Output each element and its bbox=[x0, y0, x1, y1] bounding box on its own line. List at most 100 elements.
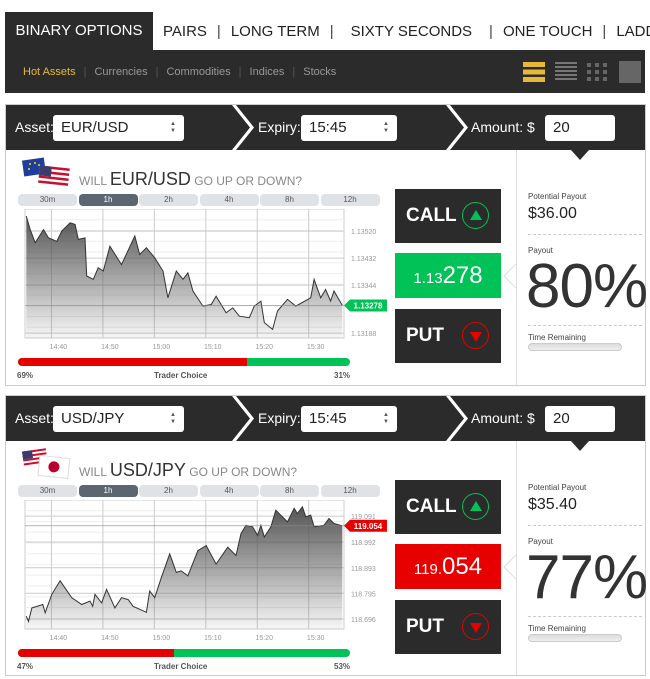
category-indices[interactable]: Indices bbox=[242, 66, 293, 78]
x-tick-label: 15:00 bbox=[153, 344, 171, 351]
arrow-up-icon bbox=[462, 202, 489, 229]
x-tick-label: 15:10 bbox=[204, 635, 222, 642]
y-tick-label: 118.893 bbox=[351, 566, 376, 573]
timeframe-tab-8h[interactable]: 8h bbox=[260, 485, 319, 497]
question-asset: USD/JPY bbox=[109, 460, 186, 480]
timeframe-tab-2h[interactable]: 2h bbox=[139, 194, 198, 206]
asset-value: USD/JPY bbox=[61, 410, 125, 427]
trade-options-bar: Asset: EUR/USD ▲ ▼ Expiry: 15:45 ▲ ▼ Amount:… bbox=[6, 105, 645, 150]
payout-column: Potential Payout $35.40 Payout 77% Time … bbox=[516, 441, 648, 675]
select-arrows-icon: ▲ ▼ bbox=[383, 412, 389, 425]
tab-ladder[interactable]: LADDER bbox=[606, 23, 650, 40]
put-label: PUT bbox=[406, 616, 444, 637]
current-price-tag-label: 1.13278 bbox=[354, 301, 383, 310]
price-prefix: 1.13 bbox=[413, 270, 443, 287]
price-main: 054 bbox=[442, 553, 483, 580]
question-prefix: WILL bbox=[79, 174, 107, 188]
arrow-down-icon bbox=[462, 322, 489, 349]
expiry-select[interactable]: 15:45 ▲ ▼ bbox=[301, 115, 397, 141]
trade-options-bar: Asset: USD/JPY ▲ ▼ Expiry: 15:45 ▲ ▼ Amount:… bbox=[6, 396, 645, 441]
select-arrows-icon: ▲ ▼ bbox=[170, 412, 176, 425]
asset-select[interactable]: USD/JPY ▲ ▼ bbox=[53, 406, 184, 432]
expiry-label: Expiry: bbox=[258, 410, 301, 426]
single-view-icon[interactable] bbox=[619, 61, 641, 83]
x-tick-label: 15:30 bbox=[307, 344, 325, 351]
category-currencies[interactable]: Currencies bbox=[86, 66, 155, 78]
payout-column: Potential Payout $36.00 Payout 80% Time … bbox=[516, 150, 648, 385]
x-tick-label: 15:30 bbox=[307, 635, 325, 642]
potential-payout-value: $35.40 bbox=[528, 496, 577, 513]
timeframe-tab-30m[interactable]: 30m bbox=[18, 194, 77, 206]
timeframe-tab-4h[interactable]: 4h bbox=[199, 485, 259, 497]
category-hot-assets[interactable]: Hot Assets bbox=[23, 66, 84, 78]
question-suffix: GO UP OR DOWN? bbox=[194, 174, 303, 188]
price-main: 278 bbox=[442, 262, 483, 289]
amount-input[interactable]: 20 bbox=[545, 406, 615, 432]
tab-sixty-seconds[interactable]: SIXTY SECONDS bbox=[334, 23, 489, 40]
timeframe-tab-2h[interactable]: 2h bbox=[139, 485, 198, 497]
y-tick-label: 1.13520 bbox=[351, 229, 376, 236]
time-remaining-bar[interactable] bbox=[528, 343, 622, 351]
product-tabs: PAIRS | LONG TERM | SIXTY SECONDS | ONE TOU… bbox=[153, 12, 650, 50]
expiry-value: 15:45 bbox=[309, 410, 347, 427]
y-tick-label: 118.992 bbox=[351, 540, 376, 547]
tab-one-touch[interactable]: ONE TOUCH bbox=[493, 23, 602, 40]
current-price: 1.13278 bbox=[395, 253, 501, 298]
trade-panel: Asset: USD/JPY ▲ ▼ Expiry: 15:45 ▲ ▼ Amount:… bbox=[5, 395, 648, 676]
current-price-tag-label: 119.054 bbox=[354, 522, 383, 531]
timeframe-tab-1h[interactable]: 1h bbox=[78, 194, 138, 206]
chevron-right-icon bbox=[438, 105, 468, 150]
chevron-right-icon bbox=[224, 105, 254, 150]
x-tick-label: 15:00 bbox=[153, 635, 171, 642]
put-button[interactable]: PUT bbox=[395, 600, 501, 654]
category-commodities[interactable]: Commodities bbox=[158, 66, 238, 78]
call-button[interactable]: CALL bbox=[395, 189, 501, 243]
compact-list-icon[interactable] bbox=[555, 61, 577, 83]
price-chart: 1.13520 1.13432 1.13344 1.13188 14:40 14:50 15… bbox=[24, 209, 387, 351]
x-tick-label: 14:50 bbox=[101, 344, 119, 351]
timeframe-tab-4h[interactable]: 4h bbox=[199, 194, 259, 206]
asset-select[interactable]: EUR/USD ▲ ▼ bbox=[53, 115, 184, 141]
arrow-up-icon bbox=[462, 493, 489, 520]
price-pointer bbox=[503, 554, 517, 580]
asset-value: EUR/USD bbox=[61, 119, 129, 136]
tab-binary-options[interactable]: BINARY OPTIONS bbox=[5, 12, 153, 50]
call-percentage: 53% bbox=[334, 662, 351, 671]
timeframe-tab-8h[interactable]: 8h bbox=[260, 194, 319, 206]
x-tick-label: 15:10 bbox=[204, 344, 222, 351]
x-tick-label: 15:20 bbox=[255, 635, 273, 642]
trader-choice-bar bbox=[18, 649, 350, 657]
call-button[interactable]: CALL bbox=[395, 480, 501, 534]
x-tick-label: 15:20 bbox=[255, 344, 273, 351]
divider bbox=[528, 234, 642, 235]
timeframe-tab-30m[interactable]: 30m bbox=[18, 485, 77, 497]
category-stocks[interactable]: Stocks bbox=[295, 66, 344, 78]
x-tick-label: 14:40 bbox=[50, 344, 68, 351]
put-label: PUT bbox=[406, 325, 444, 346]
trade-panel: Asset: EUR/USD ▲ ▼ Expiry: 15:45 ▲ ▼ Amount:… bbox=[5, 104, 648, 386]
trader-choice-label: Trader Choice bbox=[154, 371, 208, 380]
potential-payout-label: Potential Payout bbox=[528, 192, 587, 201]
put-button[interactable]: PUT bbox=[395, 309, 501, 363]
large-list-icon[interactable] bbox=[523, 61, 545, 83]
tab-pairs[interactable]: PAIRS bbox=[153, 23, 217, 40]
select-arrows-icon: ▲ ▼ bbox=[383, 121, 389, 134]
y-tick-label: 1.13344 bbox=[351, 283, 376, 290]
timeframe-tab-1h[interactable]: 1h bbox=[78, 485, 138, 497]
top-navigation: BINARY OPTIONS PAIRS | LONG TERM | SIXTY S… bbox=[5, 12, 650, 93]
expiry-value: 15:45 bbox=[309, 119, 347, 136]
timeframe-tab-12h[interactable]: 12h bbox=[320, 194, 380, 206]
put-percentage: 47% bbox=[17, 662, 34, 671]
time-remaining-bar[interactable] bbox=[528, 634, 622, 642]
call-percentage: 31% bbox=[334, 371, 351, 380]
grid-icon[interactable] bbox=[586, 61, 608, 83]
amount-input[interactable]: 20 bbox=[545, 115, 615, 141]
timeframe-tab-12h[interactable]: 12h bbox=[320, 485, 380, 497]
tab-long-term[interactable]: LONG TERM bbox=[221, 23, 330, 40]
divider bbox=[528, 616, 642, 617]
x-tick-label: 14:50 bbox=[101, 635, 119, 642]
amount-value: 20 bbox=[553, 119, 570, 136]
chevron-right-icon bbox=[224, 396, 254, 441]
price-chart: 119.091118.992118.893118.795118.69614:40… bbox=[24, 500, 387, 642]
expiry-select[interactable]: 15:45 ▲ ▼ bbox=[301, 406, 397, 432]
